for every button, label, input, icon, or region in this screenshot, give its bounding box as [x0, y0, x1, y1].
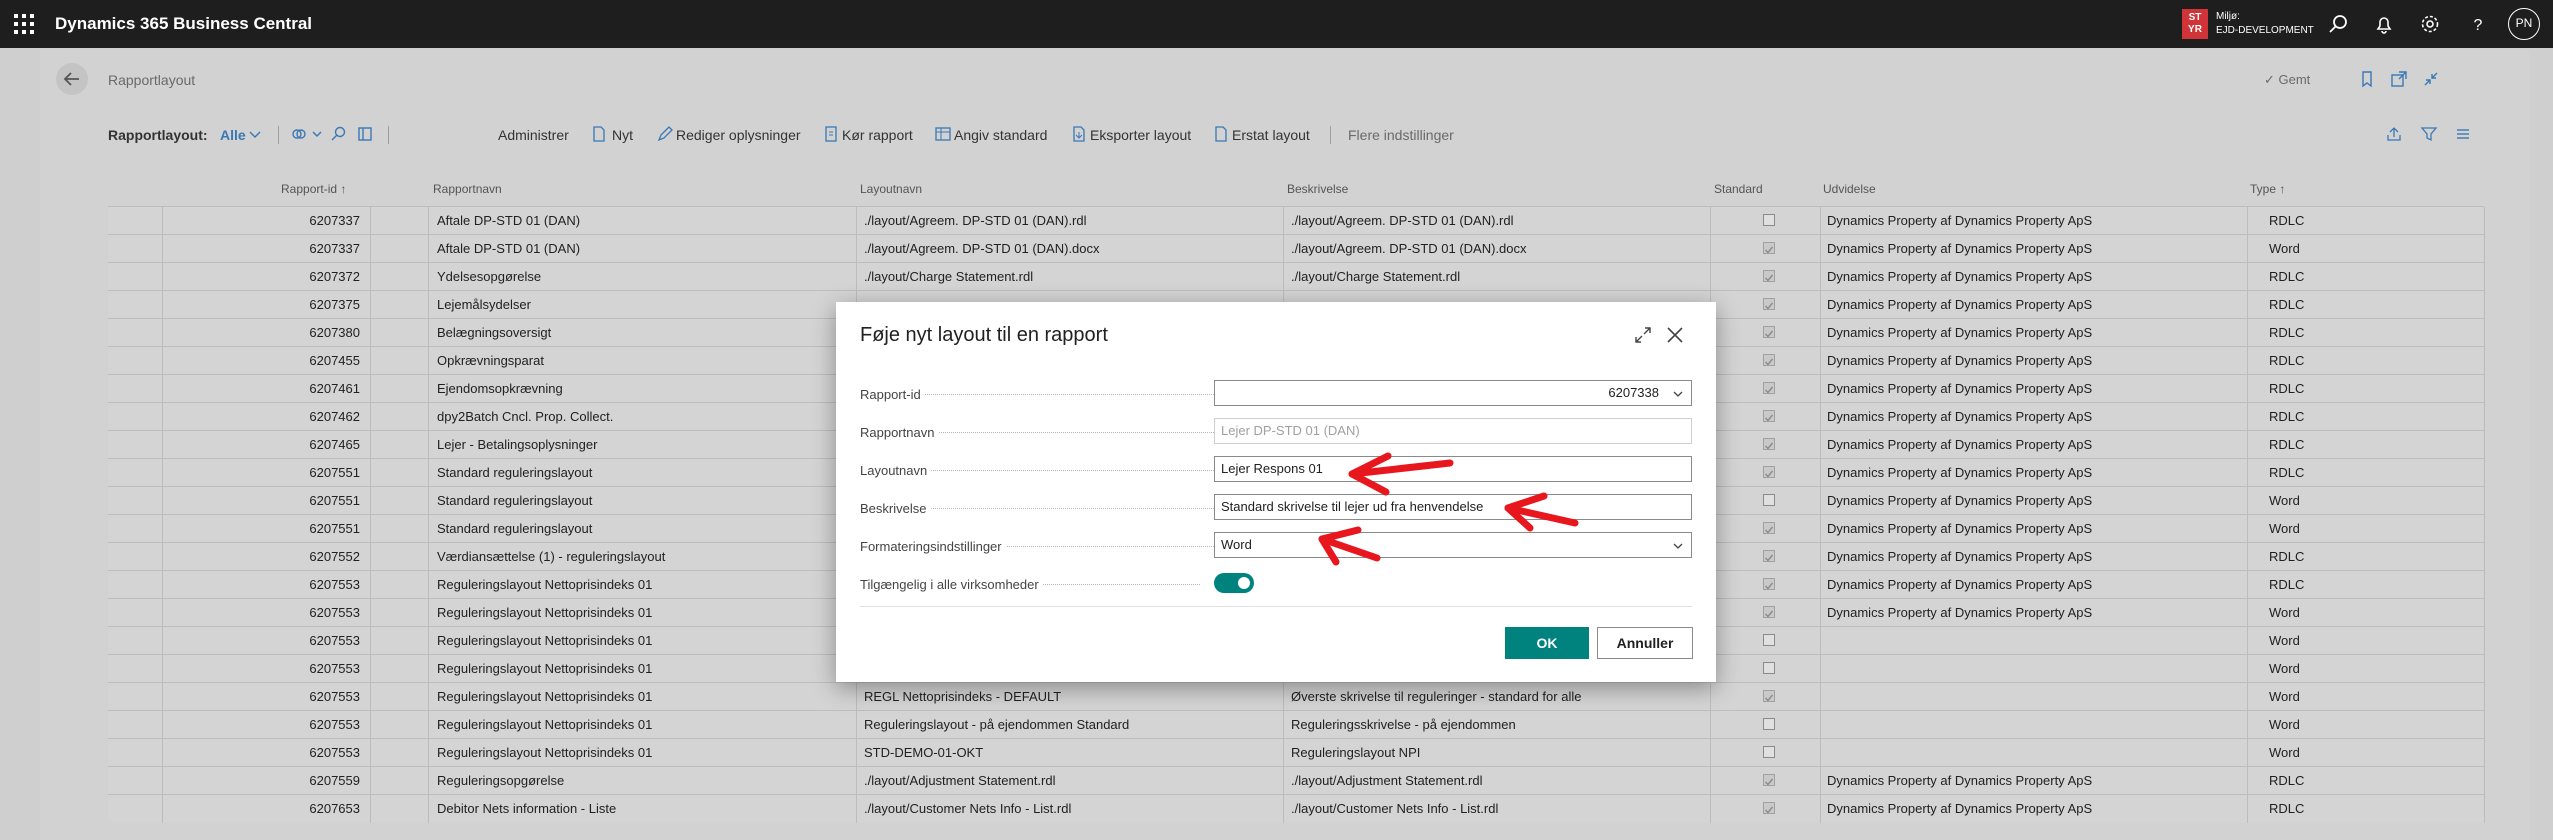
- annotation-arrow: [1318, 526, 1381, 566]
- annotation-arrows: [1318, 452, 1579, 566]
- annotation-arrow: [1504, 492, 1579, 532]
- annotation-arrow: [1348, 452, 1454, 496]
